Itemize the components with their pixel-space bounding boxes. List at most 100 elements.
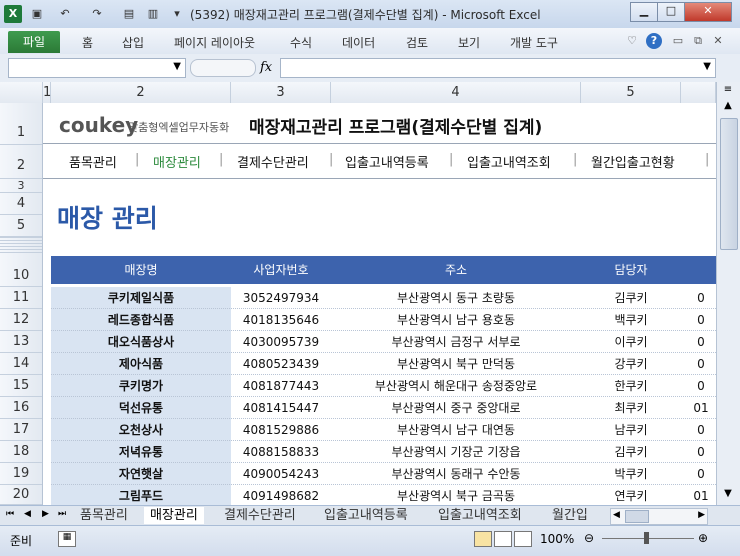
cell-contact[interactable]: 0 (681, 463, 716, 485)
column-header[interactable]: 4 (331, 82, 581, 103)
cell-manager[interactable]: 김쿠키 (581, 441, 681, 463)
column-header[interactable] (681, 82, 716, 103)
cell-address[interactable]: 부산광역시 남구 대연동 (331, 419, 581, 441)
sheet-tab-products[interactable]: 품목관리 (74, 507, 134, 524)
row-header[interactable]: 3 (0, 179, 42, 193)
nav-item-inout-register[interactable]: 입출고내역등록 (345, 152, 429, 171)
row-header[interactable]: 13 (0, 331, 42, 353)
cell-business-number[interactable]: 4030095739 (231, 331, 331, 353)
cell-business-number[interactable]: 4090054243 (231, 463, 331, 485)
row-header[interactable]: 5 (0, 215, 42, 237)
file-tab[interactable]: 파일 (8, 31, 60, 53)
cell-contact[interactable]: 0 (681, 375, 716, 397)
minimize-button[interactable]: ▁ (630, 2, 658, 22)
excel-app-icon[interactable]: X (4, 5, 22, 23)
cell-manager[interactable]: 이쿠키 (581, 331, 681, 353)
select-all-corner[interactable] (0, 82, 43, 103)
cell-address[interactable]: 부산광역시 동구 초량동 (331, 287, 581, 309)
cell-business-number[interactable]: 4018135646 (231, 309, 331, 331)
cell-business-number[interactable]: 4081529886 (231, 419, 331, 441)
cell-contact[interactable]: 0 (681, 419, 716, 441)
row-header[interactable]: 4 (0, 193, 42, 215)
next-sheet-icon[interactable]: ▶ (42, 509, 49, 519)
zoom-slider-thumb[interactable] (644, 532, 649, 544)
maximize-button[interactable]: □ (657, 2, 685, 22)
column-header[interactable]: 3 (231, 82, 331, 103)
cell-store-name[interactable]: 대오식품상사 (51, 331, 231, 353)
page-break-view-icon[interactable] (514, 531, 532, 547)
cell-store-name[interactable]: 쿠키제일식품 (51, 287, 231, 309)
insert-function-icon[interactable]: fx (260, 60, 272, 75)
cell-store-name[interactable]: 그림푸드 (51, 485, 231, 505)
tab-view[interactable]: 보기 (458, 34, 480, 51)
h-scroll-thumb[interactable] (625, 510, 649, 523)
cell-contact[interactable]: 0 (681, 287, 716, 309)
row-header[interactable]: 2 (0, 145, 42, 179)
calc-icon[interactable]: ▥ (144, 5, 162, 23)
formula-input[interactable]: ▼ (280, 58, 716, 78)
cell-address[interactable]: 부산광역시 금정구 서부로 (331, 331, 581, 353)
expand-formula-bar-icon[interactable]: ▼ (703, 61, 711, 72)
nav-item-products[interactable]: 품목관리 (69, 152, 117, 171)
sheet-tab-payment-methods[interactable]: 결제수단관리 (218, 507, 302, 524)
sheet-tab-stores[interactable]: 매장관리 (144, 507, 204, 524)
column-header[interactable]: 2 (51, 82, 231, 103)
cell-contact[interactable]: 0 (681, 441, 716, 463)
nav-item-inout-search[interactable]: 입출고내역조회 (467, 152, 551, 171)
format-icon[interactable]: ▤ (120, 5, 138, 23)
row-header[interactable]: 15 (0, 375, 42, 397)
sheet-tab-monthly[interactable]: 월간입 (546, 507, 594, 524)
cell-address[interactable]: 부산광역시 북구 금곡동 (331, 485, 581, 505)
tab-formulas[interactable]: 수식 (290, 34, 312, 51)
page-layout-view-icon[interactable] (494, 531, 512, 547)
minimize-ribbon-icon[interactable]: ♡ (624, 33, 640, 49)
sheet-tab-inout-search[interactable]: 입출고내역조회 (432, 507, 528, 524)
cell-business-number[interactable]: 4091498682 (231, 485, 331, 505)
cell-contact[interactable]: 01 (681, 485, 716, 505)
workbook-minimize-icon[interactable]: ▭ (670, 33, 686, 49)
row-header[interactable]: 20 (0, 485, 42, 505)
formula-expand-control[interactable] (190, 59, 256, 77)
cell-store-name[interactable]: 레드종합식품 (51, 309, 231, 331)
cell-manager[interactable]: 최쿠키 (581, 397, 681, 419)
cell-manager[interactable]: 백쿠키 (581, 309, 681, 331)
column-header[interactable]: 1 (43, 82, 51, 103)
redo-icon[interactable]: ↷ (88, 5, 106, 23)
zoom-out-icon[interactable]: ⊖ (584, 531, 594, 545)
cell-business-number[interactable]: 4080523439 (231, 353, 331, 375)
name-box-dropdown-icon[interactable]: ▼ (173, 61, 181, 72)
normal-view-icon[interactable] (474, 531, 492, 547)
row-header[interactable]: 18 (0, 441, 42, 463)
vertical-scrollbar[interactable]: ≡ ▲ ▼ (716, 82, 740, 505)
workbook-close-icon[interactable]: ✕ (710, 33, 726, 49)
tab-home[interactable]: 홈 (82, 34, 93, 51)
close-button[interactable]: ✕ (684, 2, 732, 22)
cell-contact[interactable]: 01 (681, 397, 716, 419)
cell-store-name[interactable]: 저녁유통 (51, 441, 231, 463)
sheet-tab-inout-register[interactable]: 입출고내역등록 (318, 507, 414, 524)
nav-item-stores[interactable]: 매장관리 (153, 152, 201, 171)
cell-store-name[interactable]: 덕선유통 (51, 397, 231, 419)
scroll-left-icon[interactable]: ◀ (613, 510, 620, 520)
help-icon[interactable]: ? (646, 33, 662, 49)
row-header[interactable]: 17 (0, 419, 42, 441)
cell-business-number[interactable]: 4088158833 (231, 441, 331, 463)
cell-manager[interactable]: 강쿠키 (581, 353, 681, 375)
tab-page-layout[interactable]: 페이지 레이아웃 (174, 34, 255, 51)
scroll-up-icon[interactable]: ▲ (721, 100, 735, 114)
cell-store-name[interactable]: 자연햇살 (51, 463, 231, 485)
row-header[interactable]: 14 (0, 353, 42, 375)
tab-developer[interactable]: 개발 도구 (510, 34, 558, 51)
cell-manager[interactable]: 남쿠키 (581, 419, 681, 441)
row-header[interactable]: 16 (0, 397, 42, 419)
customize-quick-access-icon[interactable]: ▾ (168, 5, 186, 23)
tab-insert[interactable]: 삽입 (122, 34, 144, 51)
cell-contact[interactable]: 0 (681, 353, 716, 375)
cell-address[interactable]: 부산광역시 남구 용호동 (331, 309, 581, 331)
macro-record-icon[interactable]: ▦ (58, 531, 76, 547)
cell-address[interactable]: 부산광역시 동래구 수안동 (331, 463, 581, 485)
scroll-down-icon[interactable]: ▼ (721, 488, 735, 502)
cell-address[interactable]: 부산광역시 북구 만덕동 (331, 353, 581, 375)
zoom-level[interactable]: 100% (540, 532, 574, 546)
cell-address[interactable]: 부산광역시 해운대구 송정중앙로 (331, 375, 581, 397)
